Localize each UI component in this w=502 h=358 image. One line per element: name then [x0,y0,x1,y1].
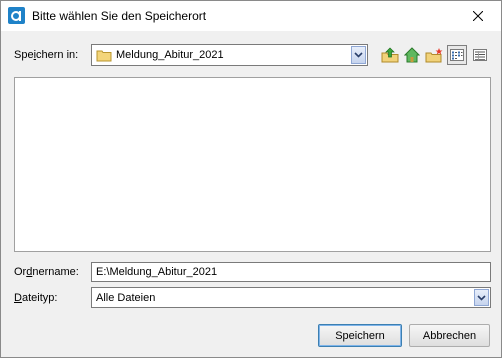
details-view-button[interactable] [470,45,490,65]
save-dialog: Bitte wählen Sie den Speicherort Speiche… [0,0,502,358]
cancel-button[interactable]: Abbrechen [409,324,490,347]
save-in-value: Meldung_Abitur_2021 [116,49,224,61]
window-title: Bitte wählen Sie den Speicherort [32,9,207,23]
chevron-down-icon [354,52,363,58]
chevron-down-icon [477,294,486,301]
close-button[interactable] [455,1,501,31]
save-in-dropdown-arrow[interactable] [351,46,366,64]
folder-name-label: Ordnername: [14,266,79,278]
list-view-button[interactable] [447,45,467,65]
up-one-level-button[interactable] [380,45,400,65]
file-type-value: Alle Dateien [96,292,156,304]
folder-up-icon [381,47,399,63]
folder-name-field[interactable] [91,262,491,282]
file-list[interactable] [14,77,491,252]
title-bar[interactable]: Bitte wählen Sie den Speicherort [1,1,501,31]
home-icon [404,47,420,63]
file-type-label: Dateityp: [14,292,58,304]
new-folder-button[interactable] [424,45,444,65]
file-type-combobox[interactable]: Alle Dateien [91,287,491,308]
close-icon [473,11,483,21]
save-button[interactable]: Speichern [318,324,402,347]
details-view-icon [473,49,487,61]
list-view-icon [450,49,464,61]
folder-icon [96,50,112,62]
new-folder-icon [425,48,443,63]
app-logo-icon [8,7,25,24]
save-in-label: Speichern in: [14,49,79,61]
save-in-combobox[interactable]: Meldung_Abitur_2021 [91,44,368,66]
home-button[interactable] [402,45,422,65]
folder-name-input[interactable] [92,263,490,281]
file-type-dropdown-arrow[interactable] [474,289,489,306]
